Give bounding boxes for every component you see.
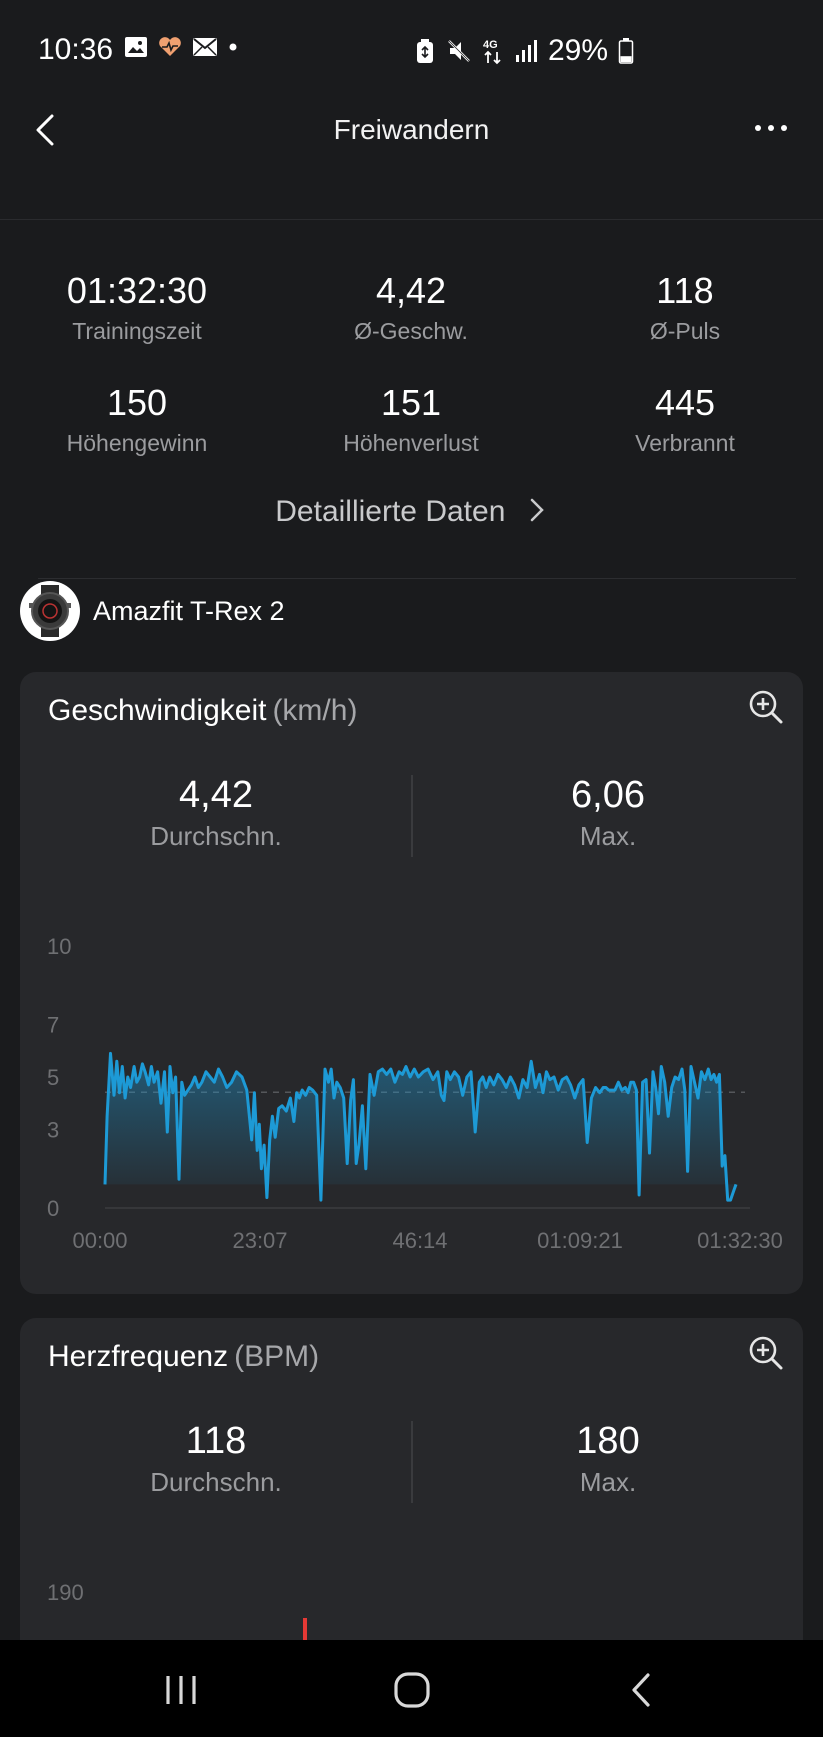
section-divider	[38, 578, 796, 579]
x-tick-label: 46:14	[392, 1228, 447, 1253]
system-status-icons: 4G 29%	[414, 34, 634, 68]
stat-label: Höhenverlust	[343, 430, 479, 456]
stat-elevation-loss: 151 Höhenverlust	[274, 382, 548, 457]
stat-value: 118	[656, 270, 714, 311]
notification-icons	[124, 36, 238, 58]
heart-chart-y-tick: 190	[47, 1580, 84, 1605]
x-tick-label: 01:09:21	[537, 1228, 623, 1253]
signal-strength-icon	[516, 40, 537, 62]
heart-card-title: Herzfrequenz (BPM)	[48, 1340, 319, 1374]
status-time: 10:36	[38, 33, 114, 66]
network-4g-icon: 4G	[483, 39, 501, 65]
heart-rate-average: 118 Durchschn.	[20, 1420, 412, 1498]
battery-icon	[618, 38, 634, 64]
more-options-icon[interactable]	[752, 118, 792, 138]
svg-text:4G: 4G	[483, 39, 498, 51]
stat-avg-speed: 4,42 Ø-Geschw.	[274, 270, 548, 345]
stat-label: Ø-Geschw.	[354, 318, 468, 344]
stat-value: 445	[654, 382, 716, 423]
mail-icon	[193, 38, 217, 56]
smartwatch-icon	[29, 585, 71, 637]
app-bar: Freiwandern	[0, 100, 823, 220]
y-tick-label: 7	[47, 1013, 59, 1038]
stat-value: 151	[380, 382, 442, 423]
stat-value: 01:32:30	[66, 270, 208, 311]
y-tick-label: 0	[47, 1196, 59, 1221]
chevron-right-icon	[530, 498, 544, 522]
metric-label: Durchschn.	[150, 1467, 282, 1497]
card-title-text: Herzfrequenz	[48, 1340, 229, 1373]
speed-card: Geschwindigkeit (km/h) 4,42 Durchschn. 6,…	[20, 672, 803, 1294]
x-tick-label: 23:07	[232, 1228, 287, 1253]
stat-label: Verbrannt	[635, 430, 735, 456]
stat-value: 150	[106, 382, 168, 423]
more-notifications-dot-icon	[229, 43, 237, 51]
metric-value: 180	[576, 1420, 640, 1462]
recent-apps-icon[interactable]	[162, 1670, 202, 1710]
battery-saver-icon	[417, 39, 433, 63]
metric-label: Max.	[579, 1467, 637, 1497]
x-tick-label: 00:00	[72, 1228, 127, 1253]
stat-elevation-gain: 150 Höhengewinn	[0, 382, 274, 457]
y-tick-label: 5	[47, 1065, 59, 1090]
gallery-icon	[125, 37, 147, 57]
stat-label: Trainingszeit	[72, 318, 202, 344]
stat-label: Höhengewinn	[66, 430, 208, 456]
card-title-unit: (BPM)	[234, 1340, 320, 1373]
detailed-data-link[interactable]: Detaillierte Daten	[0, 495, 823, 529]
mute-icon	[448, 40, 470, 62]
speed-chart: 0 3 5 7 10 00:00 23:07 46:14 01:09:21 01:32:30	[47, 934, 783, 1253]
system-nav-bar	[0, 1640, 823, 1737]
x-tick-label: 01:32:30	[697, 1228, 783, 1253]
back-icon[interactable]	[622, 1670, 662, 1710]
heart-rate-maximum: 180 Max.	[412, 1420, 804, 1498]
zoom-in-icon[interactable]	[747, 1334, 785, 1372]
y-tick-label: 10	[47, 934, 71, 959]
status-bar: 10:36 4G 29%	[0, 0, 823, 100]
battery-percent: 29%	[548, 34, 609, 67]
home-icon[interactable]	[392, 1670, 432, 1710]
stat-label: Ø-Puls	[649, 318, 721, 344]
y-tick-label: 3	[47, 1117, 59, 1142]
stat-calories: 445 Verbrannt	[548, 382, 822, 457]
stat-value: 4,42	[375, 270, 447, 311]
metric-value: 118	[185, 1420, 247, 1462]
stat-training-time: 01:32:30 Trainingszeit	[0, 270, 274, 345]
detailed-data-label: Detaillierte Daten	[275, 495, 506, 528]
health-heart-icon	[159, 37, 181, 56]
device-avatar	[20, 581, 80, 641]
device-row: Amazfit T-Rex 2	[20, 580, 285, 642]
page-title: Freiwandern	[333, 114, 490, 145]
heart-rate-card: Herzfrequenz (BPM) 118 Durchschn. 180 Max…	[20, 1318, 803, 1678]
stat-avg-pulse: 118 Ø-Puls	[548, 270, 822, 345]
device-name: Amazfit T-Rex 2	[93, 595, 285, 626]
